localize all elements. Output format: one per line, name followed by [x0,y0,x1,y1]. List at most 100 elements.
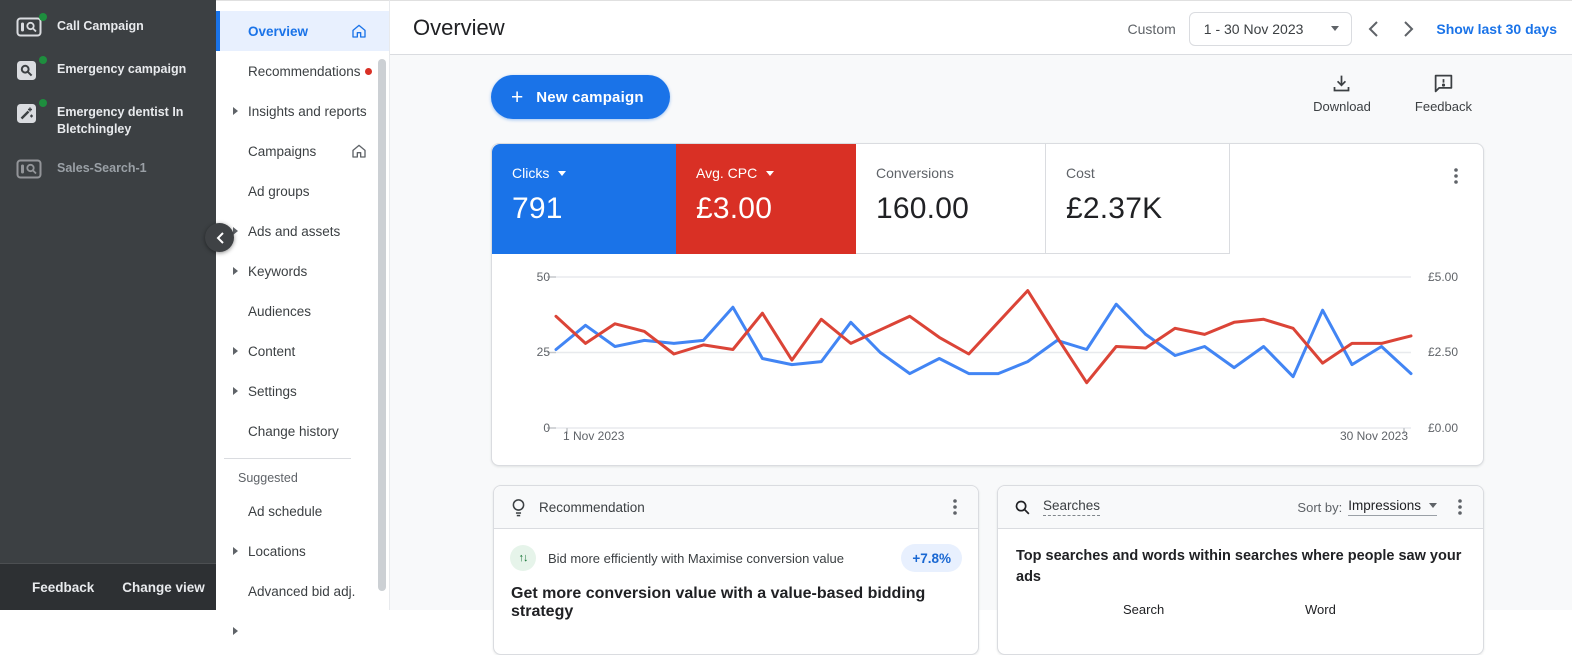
campaign-label: Sales-Search-1 [57,158,147,181]
chevron-down-icon [1429,503,1437,508]
sidebar-item-ads-and-assets[interactable]: Ads and assets [216,211,389,251]
chevron-down-icon [1331,26,1339,31]
section-nav: Overview Recommendations Insights and repo… [216,0,390,610]
sidebar-footer: Feedback Change view [0,563,216,610]
show-last-30-days-link[interactable]: Show last 30 days [1436,21,1557,37]
download-button[interactable]: Download [1313,73,1371,114]
sidebar-item-settings[interactable]: Settings [216,371,389,411]
campaign-list: Call Campaign Emergency campaign Emergency… [0,0,216,191]
sidebar-item-advanced-bid-adj[interactable]: Advanced bid adj. [216,571,389,611]
uplift-badge[interactable]: +7.8% [901,544,962,572]
nav-item-label: Advanced bid adj. [248,584,355,599]
y-axis-tick: 50 [520,269,550,285]
sidebar-item-ad-groups[interactable]: Ad groups [216,171,389,211]
chevron-right-icon [233,347,238,355]
chevron-right-icon [233,227,238,235]
chevron-right-icon [233,627,238,635]
next-period-button[interactable] [1395,16,1422,42]
campaign-item[interactable]: Call Campaign [0,6,216,49]
more-vert-icon[interactable] [946,495,964,519]
sidebar-feedback-button[interactable]: Feedback [32,580,94,595]
sidebar-item-keywords[interactable]: Keywords [216,251,389,291]
nav-item-label: Content [248,344,295,359]
y2-axis-tick: £2.50 [1428,344,1458,360]
status-dot-icon [39,13,47,21]
chevron-right-icon [233,547,238,555]
x-axis-end-label: 30 Nov 2023 [1322,429,1408,443]
search-campaign-icon [16,60,44,82]
page-header: Overview Custom 1 - 30 Nov 2023 Show las… [390,0,1572,55]
new-recommendations-badge [365,68,372,75]
recommendation-item[interactable]: ↑↓ Bid more efficiently with Maximise co… [510,544,962,572]
feedback-icon [1433,73,1454,94]
new-campaign-button[interactable]: + New campaign [491,75,670,119]
previous-period-button[interactable] [1360,16,1387,42]
y2-axis-tick: £5.00 [1428,269,1458,285]
call-campaign-icon [16,17,44,39]
y2-axis-tick: £0.00 [1428,420,1458,436]
home-icon [351,24,367,39]
campaign-item[interactable]: Emergency campaign [0,49,216,92]
sidebar-item-partial[interactable] [216,611,389,651]
date-range-value: 1 - 30 Nov 2023 [1204,21,1304,37]
feedback-button[interactable]: Feedback [1415,73,1472,114]
sidebar-item-content[interactable]: Content [216,331,389,371]
chevron-left-icon [215,231,225,245]
main-content: Overview Custom 1 - 30 Nov 2023 Show las… [390,0,1572,610]
chevron-right-icon [233,267,238,275]
home-icon [351,144,367,159]
status-dot-icon [39,56,47,64]
nav-item-label: Audiences [248,304,311,319]
status-dot-icon [39,99,47,107]
sort-by-label: Sort by: [1297,500,1342,515]
sidebar-item-campaigns[interactable]: Campaigns [216,131,389,171]
nav-item-label: Campaigns [248,144,316,159]
sidebar-item-audiences[interactable]: Audiences [216,291,389,331]
recommendation-card-header: Recommendation [494,486,978,529]
nav-item-label: Ad schedule [248,504,322,519]
campaign-item[interactable]: Sales-Search-1 [0,148,216,191]
campaign-label: Emergency campaign [57,59,186,82]
recommendation-card-title: Recommendation [539,500,645,515]
nav-item-label: Overview [248,24,308,39]
sidebar-item-recommendations[interactable]: Recommendations [216,51,389,91]
bid-adjust-icon: ↑↓ [510,545,536,571]
search-icon [1014,499,1031,516]
x-axis-start-label: 1 Nov 2023 [563,429,624,443]
recommendation-headline: Get more conversion value with a value-b… [511,585,962,621]
sidebar-item-overview[interactable]: Overview [216,11,389,51]
campaign-sidebar: Call Campaign Emergency campaign Emergency… [0,0,216,610]
campaign-label: Call Campaign [57,16,144,39]
download-icon [1331,73,1352,94]
sidebar-item-locations[interactable]: Locations [216,531,389,571]
nav-section-label: Suggested [216,465,389,491]
campaign-label: Emergency dentist In Bletchingley [57,102,202,138]
campaign-item[interactable]: Emergency dentist In Bletchingley [0,92,216,148]
y-axis-tick: 25 [520,344,550,360]
overview-chart-card: Clicks791Avg. CPC£3.00Conversions160.00C… [491,143,1484,466]
sort-by-dropdown[interactable]: Impressions [1348,498,1437,516]
sidebar-item-ad-schedule[interactable]: Ad schedule [216,491,389,531]
nav-item-label: Keywords [248,264,307,279]
nav-item-label: Recommendations [248,64,361,79]
date-range-picker[interactable]: 1 - 30 Nov 2023 [1189,12,1353,46]
nav-item-label: Change history [248,424,339,439]
change-view-button[interactable]: Change view [122,580,205,595]
time-series-chart[interactable] [492,144,1483,465]
sidebar-item-change-history[interactable]: Change history [216,411,389,451]
searches-card-title[interactable]: Searches [1043,498,1100,516]
nav-scrollbar[interactable] [378,59,386,591]
sidebar-item-insights-and-reports[interactable]: Insights and reports [216,91,389,131]
nav-item-label: Insights and reports [248,104,367,119]
call-campaign-icon [16,159,44,181]
page-title: Overview [413,15,505,41]
nav-item-label: Settings [248,384,297,399]
chevron-right-icon [233,387,238,395]
y-axis-tick: 0 [520,420,550,436]
collapse-nav-button[interactable] [205,223,234,252]
more-vert-icon[interactable] [1451,495,1469,519]
nav-divider [224,458,351,459]
chevron-right-icon [233,107,238,115]
nav-item-label: Locations [248,544,306,559]
searches-description: Top searches and words within searches w… [1016,546,1474,588]
